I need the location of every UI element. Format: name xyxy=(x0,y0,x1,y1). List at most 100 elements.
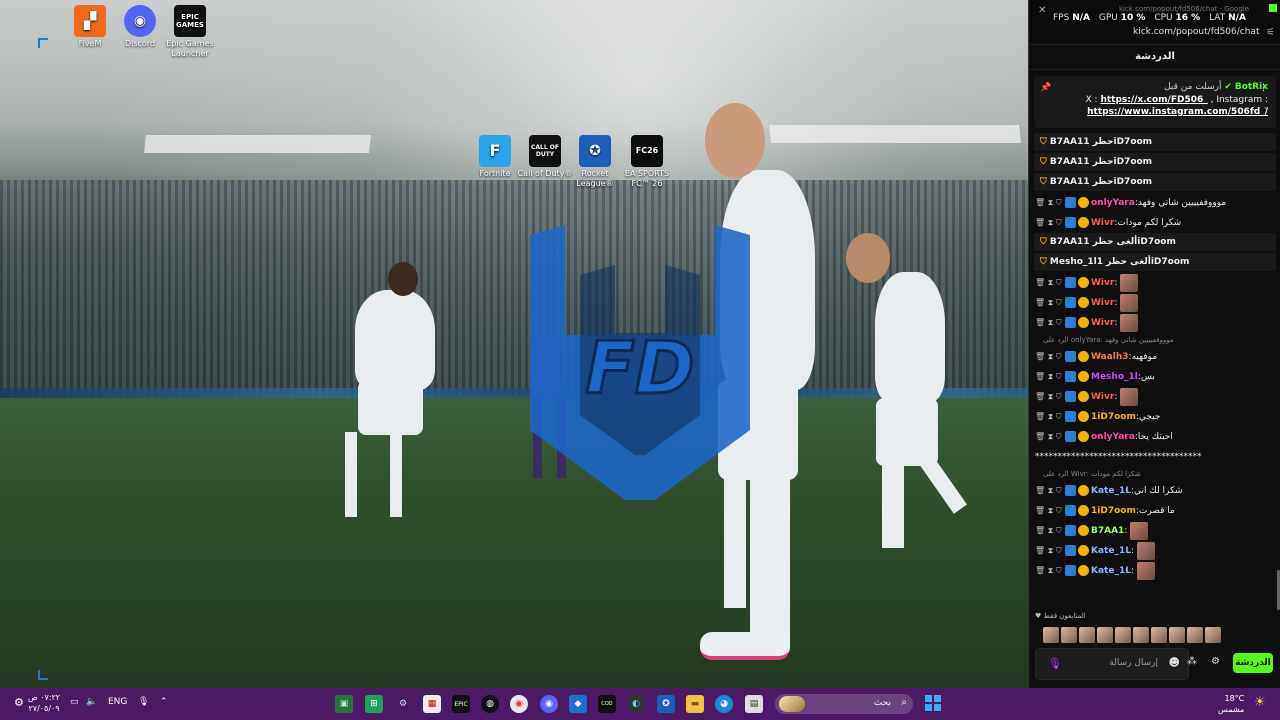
chevron-up-icon[interactable]: ⌃ xyxy=(160,697,168,707)
ban-icon[interactable]: ⛉ xyxy=(1056,546,1062,555)
trash-icon[interactable]: 🗑 xyxy=(1035,412,1045,421)
timeout-icon[interactable]: ⧗ xyxy=(1048,486,1054,495)
taskbar-app-obs[interactable]: ◐ xyxy=(627,695,645,713)
timeout-icon[interactable]: ⧗ xyxy=(1048,372,1054,381)
trash-icon[interactable]: 🗑 xyxy=(1035,352,1045,361)
trash-icon[interactable]: 🗑 xyxy=(1035,298,1045,307)
taskbar-app-store[interactable]: ⊞ xyxy=(365,695,383,713)
timeout-icon[interactable]: ⧗ xyxy=(1048,352,1054,361)
trash-icon[interactable]: 🗑 xyxy=(1035,278,1045,287)
timeout-icon[interactable]: ⧗ xyxy=(1048,318,1054,327)
avatar[interactable] xyxy=(1133,627,1149,643)
message-input[interactable]: 🎙 إرسال رسالة ☻ xyxy=(1035,648,1189,680)
avatar[interactable] xyxy=(1043,627,1059,643)
battery-icon[interactable]: ▭ xyxy=(70,697,79,707)
desktop-icon-ea-fc[interactable]: FC26 EA SPORTS FC™ 26 xyxy=(617,135,677,189)
infinity-icon[interactable]: ∞ xyxy=(1171,656,1179,667)
timeout-icon[interactable]: ⧗ xyxy=(1048,432,1054,441)
trash-icon[interactable]: 🗑 xyxy=(1035,526,1045,535)
taskbar-app-files[interactable]: ▤ xyxy=(745,695,763,713)
moderator-name[interactable]: B7AA1 xyxy=(1050,177,1083,187)
ban-icon[interactable]: ⛉ xyxy=(1056,218,1062,227)
chat-send-button[interactable]: الدردشة xyxy=(1233,653,1273,673)
ban-icon[interactable]: ⛉ xyxy=(1056,526,1062,535)
avatar[interactable] xyxy=(1097,627,1113,643)
chat-username[interactable]: 1iD7oom xyxy=(1091,412,1136,422)
ban-icon[interactable]: ⛉ xyxy=(1056,486,1062,495)
trash-icon[interactable]: 🗑 xyxy=(1035,372,1045,381)
chat-username[interactable]: Kate_1L xyxy=(1091,546,1131,556)
taskbar-app-steam[interactable]: ◍ xyxy=(481,695,499,713)
chat-message[interactable]: 🗑 ⧗ ⛉ 1iD7oom:جيجي xyxy=(1029,407,1280,427)
taskbar-app-xbox[interactable]: ▣ xyxy=(335,695,353,713)
more-options-icon[interactable]: ⋮ xyxy=(1259,83,1268,93)
chat-message[interactable]: ************************************* xyxy=(1029,447,1280,467)
pin-icon[interactable]: 📌 xyxy=(1040,83,1051,93)
taskbar-app-edge[interactable]: ◕ xyxy=(715,695,733,713)
desktop-icon-rocket-league[interactable]: ✪ Rocket League® xyxy=(565,135,625,189)
trash-icon[interactable]: 🗑 xyxy=(1035,432,1045,441)
taskbar-app-call-of-duty[interactable]: COD xyxy=(598,695,616,713)
sliders-icon[interactable]: ⚟ xyxy=(1266,27,1275,38)
taskbar-app-discord[interactable]: ◉ xyxy=(540,695,558,713)
timeout-icon[interactable]: ⧗ xyxy=(1048,546,1054,555)
ban-icon[interactable]: ⛉ xyxy=(1056,432,1062,441)
gear-icon[interactable]: ⚙ xyxy=(394,695,412,713)
timeout-icon[interactable]: ⧗ xyxy=(1048,392,1054,401)
chat-username[interactable]: 1iD7oom xyxy=(1091,506,1136,516)
pinned-message[interactable]: 📌 ⋮ ⌄ أرسلت من قبل ✔ BotRix X : https://… xyxy=(1034,76,1276,128)
chat-username[interactable]: Kate_1L xyxy=(1091,566,1131,576)
chat-username[interactable]: Wivr xyxy=(1091,278,1114,288)
chat-message[interactable]: 🗑 ⧗ ⛉ Kate_1L: xyxy=(1029,561,1280,581)
trash-icon[interactable]: 🗑 xyxy=(1035,218,1045,227)
chat-message[interactable]: 🗑 ⧗ ⛉ Waalh3:موفهيه xyxy=(1029,347,1280,367)
ban-icon[interactable]: ⛉ xyxy=(1056,412,1062,421)
chat-username[interactable]: Wivr xyxy=(1091,318,1114,328)
moderator-name[interactable]: B7AA1 xyxy=(1050,237,1083,247)
chat-username[interactable]: Wivr xyxy=(1091,298,1114,308)
taskbar-app-rocket-league[interactable]: ✪ xyxy=(657,695,675,713)
taskbar-clock[interactable]: ٠٧:٢٢ ص ٢٧/٠٥/٠٩ xyxy=(28,692,60,714)
language-indicator[interactable]: ENG xyxy=(108,697,127,707)
pinned-link-x[interactable]: https://x.com/FD506_ xyxy=(1100,95,1207,105)
pinned-link-instagram[interactable]: https://www.instagram.com/506fd_/ xyxy=(1087,107,1268,117)
chat-username[interactable]: Waalh3 xyxy=(1091,352,1129,362)
ban-icon[interactable]: ⛉ xyxy=(1056,372,1062,381)
bubbles-icon[interactable]: ⁂ xyxy=(1187,656,1197,667)
avatar[interactable] xyxy=(1151,627,1167,643)
chat-message[interactable]: 🗑 ⧗ ⛉ Wivr: xyxy=(1029,387,1280,407)
chat-username[interactable]: B7AA1 xyxy=(1091,526,1124,536)
moderator-name[interactable]: Mesho_1l xyxy=(1050,257,1097,267)
chat-message[interactable]: 🗑 ⧗ ⛉ Wivr:شكرا لكم مودات xyxy=(1029,213,1280,233)
trash-icon[interactable]: 🗑 xyxy=(1035,198,1045,207)
chat-message[interactable]: 🗑 ⧗ ⛉ Kate_1L:شكرا لك اني xyxy=(1029,481,1280,501)
avatar[interactable] xyxy=(1061,627,1077,643)
close-icon[interactable]: ✕ xyxy=(1038,5,1046,16)
chat-message[interactable]: 🗑 ⧗ ⛉ Mesho_1l:بس xyxy=(1029,367,1280,387)
ban-icon[interactable]: ⛉ xyxy=(1056,352,1062,361)
trash-icon[interactable]: 🗑 xyxy=(1035,392,1045,401)
taskbar-app-roblox[interactable]: ◆ xyxy=(569,695,587,713)
weather-widget[interactable]: 18°C مشمس xyxy=(1218,693,1244,715)
chat-message[interactable]: 🗑 ⧗ ⛉ B7AA1: xyxy=(1029,521,1280,541)
chat-username[interactable]: Mesho_1l xyxy=(1091,372,1138,382)
timeout-icon[interactable]: ⧗ xyxy=(1048,218,1054,227)
chat-username[interactable]: Wivr xyxy=(1091,218,1114,228)
taskbar-app-epic-games[interactable]: EPIC xyxy=(452,695,470,713)
avatar[interactable] xyxy=(1187,627,1203,643)
avatar[interactable] xyxy=(1079,627,1095,643)
timeout-icon[interactable]: ⧗ xyxy=(1048,298,1054,307)
notification-icon[interactable]: ⚙ xyxy=(14,696,24,709)
chat-username[interactable]: onlyYara xyxy=(1091,432,1135,442)
trash-icon[interactable]: 🗑 xyxy=(1035,486,1045,495)
chat-message[interactable]: 🗑 ⧗ ⛉ Wivr: xyxy=(1029,293,1280,313)
trash-icon[interactable]: 🗑 xyxy=(1035,566,1045,575)
timeout-icon[interactable]: ⧗ xyxy=(1048,198,1054,207)
ban-icon[interactable]: ⛉ xyxy=(1056,392,1062,401)
volume-icon[interactable]: 🔈 xyxy=(86,697,97,707)
ban-icon[interactable]: ⛉ xyxy=(1056,506,1062,515)
ban-icon[interactable]: ⛉ xyxy=(1056,198,1062,207)
chat-message[interactable]: 🗑 ⧗ ⛉ onlyYara:موووففيييين شاتي وفهد xyxy=(1029,193,1280,213)
trash-icon[interactable]: 🗑 xyxy=(1035,546,1045,555)
timeout-icon[interactable]: ⧗ xyxy=(1048,526,1054,535)
